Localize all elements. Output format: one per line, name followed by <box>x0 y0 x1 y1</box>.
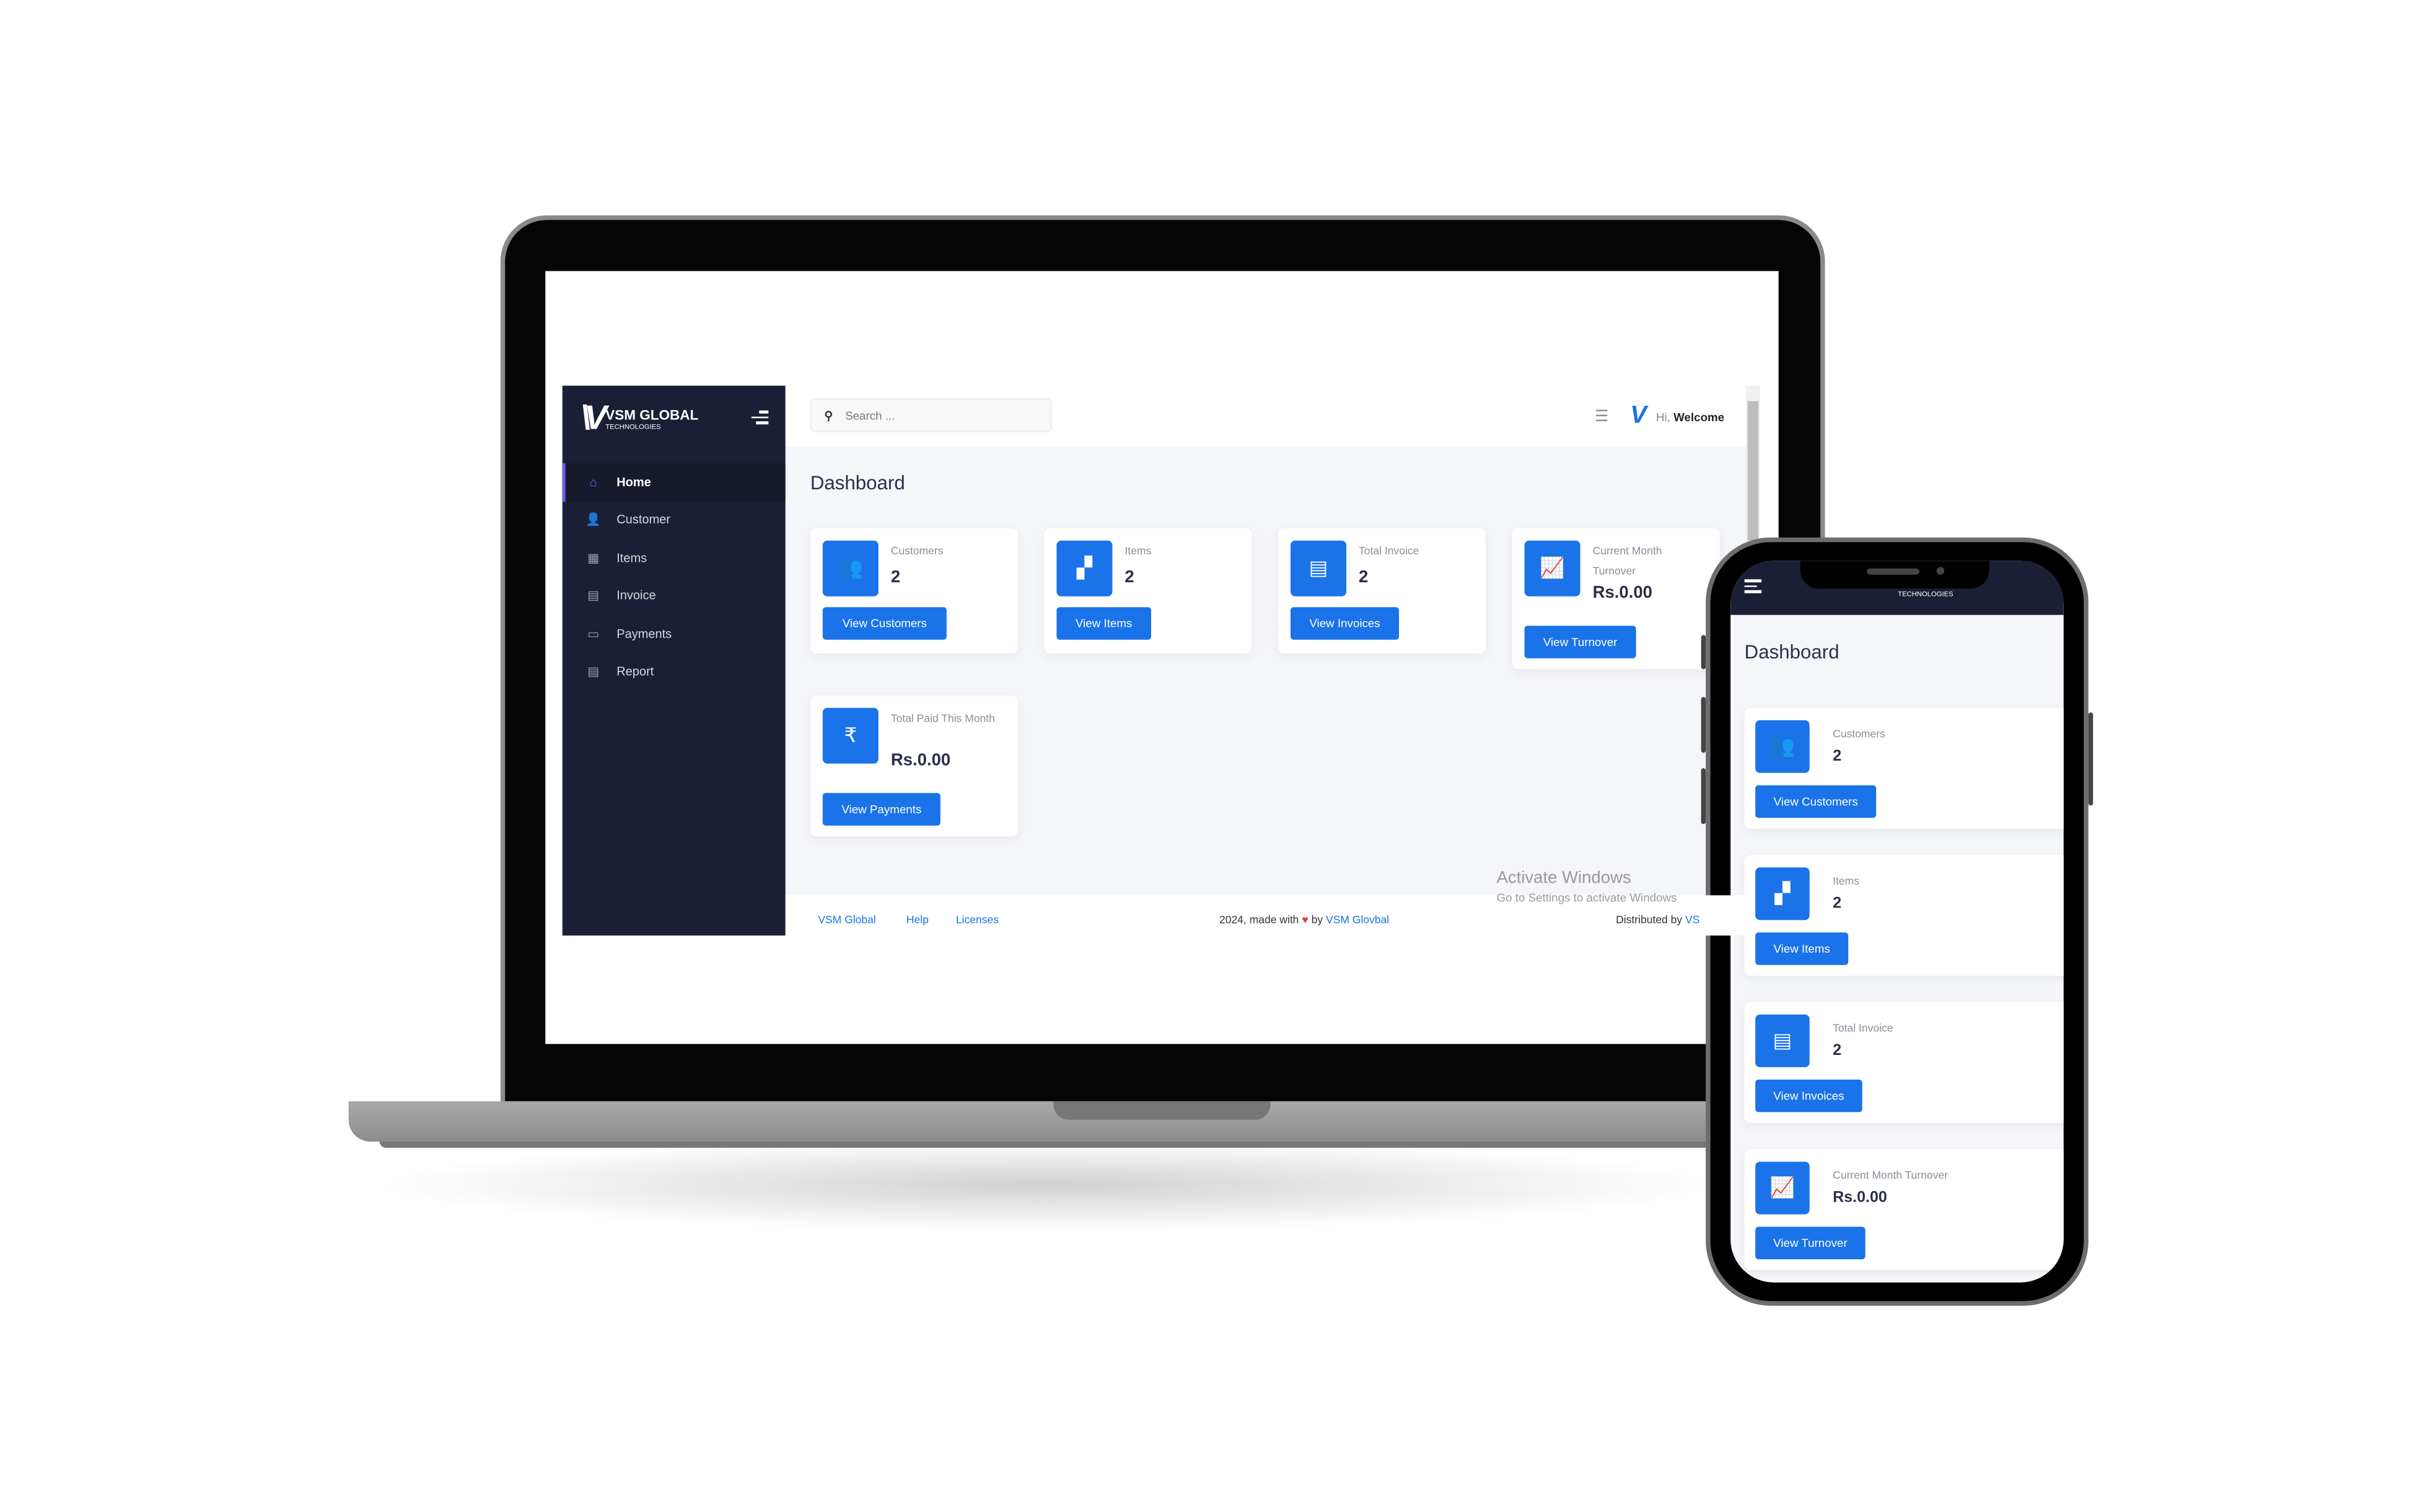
stat-label: Total Paid This Month <box>890 714 995 725</box>
laptop-base-lip <box>379 1141 1712 1148</box>
phone-page-title: Dashboard <box>1744 641 1839 663</box>
invoice-icon: ▤ <box>587 588 600 603</box>
stat-card: 👥 Customers 2 View Customers <box>810 528 1018 654</box>
laptop-screen: \V VSM GLOBAL TECHNOLOGIES ⌂ Home 👤 Customer… <box>545 271 1779 1044</box>
sidebar-item-label: Invoice <box>616 588 656 603</box>
chart-line-icon: 📈 <box>1524 540 1580 596</box>
stat-value: Rs.0.00 <box>1833 1189 1887 1207</box>
layers-icon[interactable]: ☰ <box>1595 408 1608 426</box>
users-icon: 👥 <box>1755 720 1810 773</box>
view-items-button[interactable]: View Items <box>1056 607 1151 640</box>
stat-label: Customers <box>1833 729 1885 741</box>
stat-value: Rs.0.00 <box>890 751 951 770</box>
footer-credit-link[interactable]: VSM Glovbal <box>1326 916 1389 927</box>
phone-view-invoices-button[interactable]: View Invoices <box>1755 1079 1862 1112</box>
search-input[interactable] <box>845 408 1016 422</box>
brand-logo: \V VSM GLOBAL TECHNOLOGIES <box>581 398 699 437</box>
credit-card-icon: ▭ <box>587 627 600 641</box>
stat-value: 2 <box>1359 568 1369 587</box>
phone-view-items-button[interactable]: View Items <box>1755 932 1849 965</box>
phone-view-turnover-button[interactable]: View Turnover <box>1755 1226 1865 1259</box>
stat-label: Items <box>1833 876 1860 888</box>
view-customers-button[interactable]: View Customers <box>822 607 947 640</box>
sidebar-nav: ⌂ Home 👤 Customer ▦ Items ▤ Invoice ▭ Payments ▤ Re… <box>562 463 786 691</box>
stat-value: 2 <box>1125 568 1134 587</box>
stat-label: Current Month Turnover <box>1592 546 1662 578</box>
view-invoices-button[interactable]: View Invoices <box>1291 607 1400 640</box>
user-icon: 👤 <box>585 513 602 527</box>
sidebar-item-label: Report <box>616 665 654 679</box>
footer-link-licenses[interactable]: Licenses <box>956 916 999 927</box>
sidebar-item-home[interactable]: ⌂ Home <box>562 463 786 501</box>
footer-link-vsm[interactable]: VSM Global <box>818 916 875 927</box>
sidebar-item-customer[interactable]: 👤 Customer <box>563 501 786 539</box>
rupee-icon: ₹ <box>822 707 879 764</box>
sidebar: \V VSM GLOBAL TECHNOLOGIES ⌂ Home 👤 Customer… <box>562 385 786 936</box>
stat-card: ₹ Total Paid This Month Rs.0.00 View Pay… <box>810 695 1018 837</box>
laptop-shadow <box>372 1138 1720 1231</box>
view-payments-button[interactable]: View Payments <box>822 793 940 826</box>
sidebar-item-items[interactable]: ▦ Items <box>563 539 786 577</box>
sidebar-item-label: Payments <box>616 627 672 641</box>
laptop-base <box>348 1101 1728 1142</box>
boxes-icon: ▞ <box>1056 540 1113 596</box>
stat-value: 2 <box>890 568 901 587</box>
phone-brand: TECHNOLOGIES <box>1898 590 1953 598</box>
phone-stat-card: 👥 Customers 2 View Customers <box>1744 707 2064 829</box>
footer-distributed: Distributed by VS <box>1616 915 1700 927</box>
sidebar-item-payments[interactable]: ▭ Payments <box>563 615 786 653</box>
stat-label: Total Invoice <box>1359 546 1419 558</box>
search-icon: ⚲ <box>824 408 833 422</box>
stat-label: Total Invoice <box>1833 1023 1893 1035</box>
main-content: ⚲ ☰ V Hi, Welcome Dashboard 👥 Customers … <box>785 385 1747 936</box>
sidebar-item-invoice[interactable]: ▤ Invoice <box>563 577 786 614</box>
sidebar-item-label: Customer <box>616 513 670 527</box>
box-icon: ▦ <box>587 551 600 566</box>
phone-screen: TECHNOLOGIES Dashboard 👥 Customers 2 Vie… <box>1730 561 2064 1283</box>
footer-credit: 2024, made with ♥ by VSM Glovbal <box>1219 915 1390 927</box>
phone-notch <box>1800 561 1989 589</box>
sidebar-item-report[interactable]: ▤ Report <box>563 653 786 691</box>
stat-value: 2 <box>1833 895 1842 912</box>
footer-link-help[interactable]: Help <box>906 916 929 927</box>
phone-stat-card: ▤ Total Invoice 2 View Invoices <box>1744 1002 2064 1123</box>
home-icon: ⌂ <box>589 475 597 489</box>
chart-line-icon: 📈 <box>1755 1161 1810 1215</box>
stat-label: Customers <box>890 546 944 558</box>
phone-header: TECHNOLOGIES <box>1730 561 2064 615</box>
stat-value: 2 <box>1833 748 1842 766</box>
sidebar-item-label: Items <box>616 551 647 566</box>
view-turnover-button[interactable]: View Turnover <box>1524 626 1636 658</box>
file-icon: ▤ <box>1755 1014 1810 1067</box>
search-box[interactable]: ⚲ <box>810 398 1052 432</box>
topbar: ⚲ ☰ V Hi, Welcome <box>785 385 1747 447</box>
heart-icon: ♥ <box>1302 915 1309 927</box>
phone-stat-card: ▞ Items 2 View Items <box>1744 855 2064 976</box>
user-greeting[interactable]: Hi, Welcome <box>1656 409 1724 424</box>
phone-stat-card: 📈 Current Month Turnover Rs.0.00 View Tu… <box>1744 1149 2064 1270</box>
report-icon: ▤ <box>587 665 600 679</box>
stat-value: 2 <box>1833 1042 1842 1060</box>
watermark-subtitle: Go to Settings to activate Windows <box>1496 890 1677 905</box>
stat-card: 📈 Current Month Turnover Rs.0.00 View Tu… <box>1512 528 1720 670</box>
page-title: Dashboard <box>810 472 905 494</box>
watermark-title: Activate Windows <box>1496 868 1631 888</box>
sidebar-item-label: Home <box>616 475 651 489</box>
stat-label: Items <box>1125 546 1152 558</box>
phone-view-customers-button[interactable]: View Customers <box>1755 785 1877 818</box>
stat-card: ▞ Items 2 View Items <box>1044 528 1252 654</box>
stat-value: Rs.0.00 <box>1592 583 1652 603</box>
boxes-icon: ▞ <box>1755 867 1810 920</box>
user-avatar[interactable]: V <box>1630 403 1647 430</box>
users-icon: 👥 <box>822 540 879 596</box>
laptop-notch <box>1053 1101 1271 1120</box>
menu-toggle-icon[interactable] <box>751 408 769 427</box>
footer-distributed-link[interactable]: VS <box>1685 916 1699 927</box>
phone-menu-icon[interactable] <box>1744 576 1762 595</box>
stat-card: ▤ Total Invoice 2 View Invoices <box>1278 528 1486 654</box>
stat-label: Current Month Turnover <box>1833 1171 1949 1182</box>
file-icon: ▤ <box>1291 540 1347 596</box>
